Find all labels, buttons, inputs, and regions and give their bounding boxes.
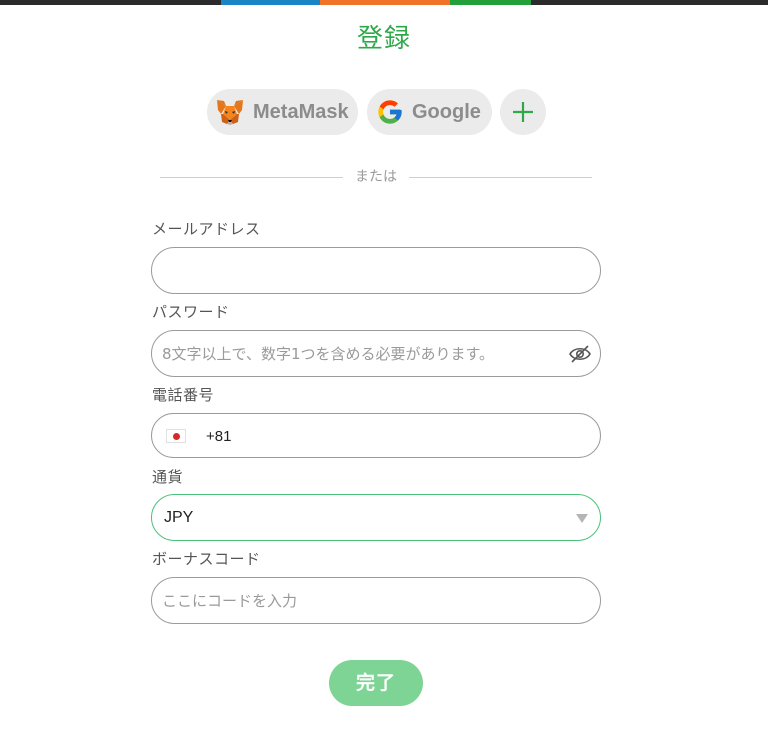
password-field[interactable] (162, 331, 562, 376)
page-title: 登録 (356, 24, 411, 54)
currency-select[interactable]: JPY (151, 494, 601, 541)
email-label: メールアドレス (152, 220, 261, 238)
phone-label: 電話番号 (152, 386, 215, 404)
metamask-fox-icon (215, 98, 245, 126)
japan-flag-icon[interactable] (166, 429, 186, 443)
bonus-code-label: ボーナスコード (152, 550, 261, 568)
chevron-down-icon (576, 514, 588, 523)
google-label: Google (412, 100, 481, 123)
google-login-button[interactable]: Google (367, 89, 492, 135)
password-field-wrapper (151, 330, 601, 377)
email-field[interactable] (162, 248, 562, 293)
phone-field-wrapper: +81 (151, 413, 601, 458)
metamask-label: MetaMask (253, 100, 349, 123)
submit-button[interactable]: 完了 (329, 660, 423, 706)
metamask-login-button[interactable]: MetaMask (207, 89, 358, 135)
top-bar-orange-segment (320, 0, 450, 5)
phone-country-code[interactable]: +81 (206, 414, 231, 459)
eye-off-icon[interactable] (568, 344, 592, 364)
plus-icon (512, 101, 534, 123)
google-g-icon (376, 98, 404, 126)
top-bar-green-segment (450, 0, 531, 5)
email-field-wrapper (151, 247, 601, 294)
divider-line-left (160, 177, 343, 178)
top-color-bar (0, 0, 768, 5)
currency-label: 通貨 (152, 468, 184, 486)
password-label: パスワード (152, 303, 230, 321)
top-bar-blue-segment (221, 0, 320, 5)
bonus-code-field[interactable] (162, 578, 562, 623)
currency-selected-value: JPY (164, 509, 194, 526)
bonus-code-field-wrapper (151, 577, 601, 624)
divider-line-right (409, 177, 592, 178)
divider-text: または (355, 169, 397, 185)
or-divider: または (160, 167, 592, 187)
more-login-options-button[interactable] (500, 89, 546, 135)
